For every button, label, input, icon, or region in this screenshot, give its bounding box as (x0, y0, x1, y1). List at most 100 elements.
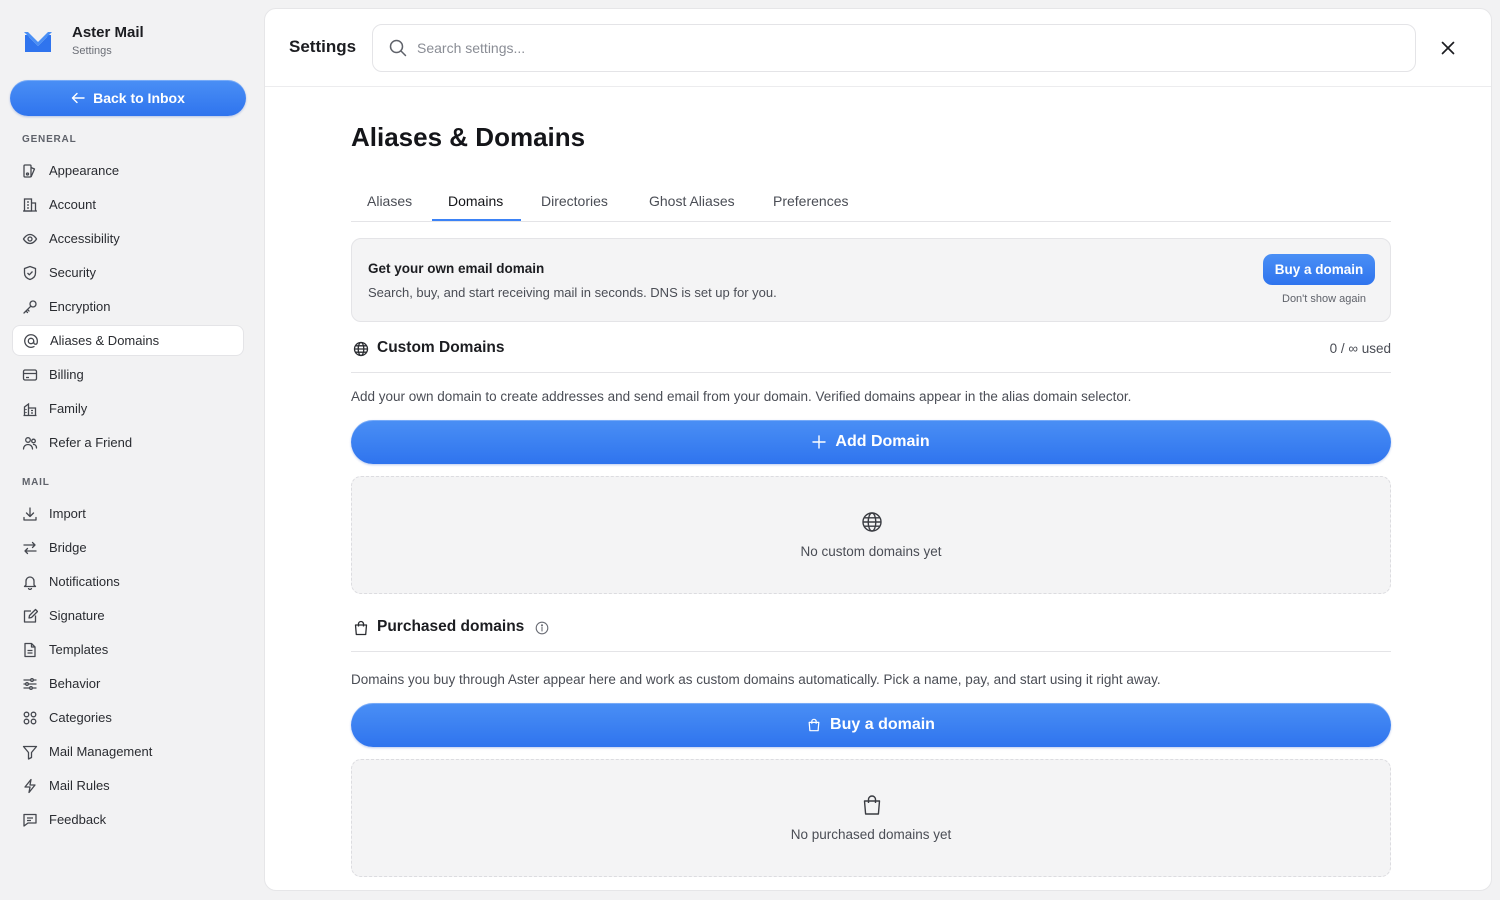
settings-header: Settings (265, 9, 1491, 87)
message-icon (22, 812, 38, 828)
sidebar-item-label: Accessibility (49, 231, 120, 246)
download-icon (22, 506, 38, 522)
sidebar-item-label: Encryption (49, 299, 111, 314)
mail-section-label: MAIL (22, 477, 50, 488)
grid-icon (22, 710, 38, 726)
close-button[interactable] (1437, 37, 1459, 59)
sidebar: Aster Mail Settings Back to Inbox GENERA… (0, 0, 264, 900)
tab-preferences[interactable]: Preferences (773, 193, 848, 209)
tab-bar: Aliases Domains Directories Ghost Aliase… (351, 185, 1391, 222)
custom-domains-description: Add your own domain to create addresses … (351, 389, 1132, 404)
file-icon (22, 642, 38, 658)
users-icon (22, 435, 38, 451)
add-domain-label: Add Domain (835, 433, 930, 450)
sidebar-item-label: Feedback (49, 812, 107, 827)
search-field[interactable] (372, 24, 1416, 72)
sidebar-item-mail-management[interactable]: Mail Management (12, 736, 244, 767)
sidebar-item-label: Signature (49, 608, 105, 623)
back-to-inbox-label: Back to Inbox (93, 90, 185, 106)
purchased-domains-empty-state: No purchased domains yet (351, 759, 1391, 877)
purchased-domains-empty-text: No purchased domains yet (790, 827, 952, 842)
sidebar-item-label: Categories (49, 710, 112, 725)
buy-domain-button[interactable]: Buy a domain (351, 703, 1391, 747)
sidebar-item-label: Account (49, 197, 96, 212)
sidebar-item-label: Mail Management (49, 744, 153, 759)
search-icon (389, 39, 407, 57)
custom-domains-empty-text: No custom domains yet (800, 544, 942, 559)
sidebar-item-mail-rules[interactable]: Mail Rules (12, 770, 244, 801)
sidebar-item-encryption[interactable]: Encryption (12, 291, 244, 322)
buy-domain-label: Buy a domain (830, 716, 935, 733)
add-domain-button[interactable]: Add Domain (351, 420, 1391, 464)
sidebar-item-categories[interactable]: Categories (12, 702, 244, 733)
info-icon[interactable] (535, 621, 549, 635)
custom-domains-header: Custom Domains 0 / ∞ used (351, 339, 1391, 373)
shopping-bag-icon (353, 620, 369, 636)
sidebar-item-feedback[interactable]: Feedback (12, 804, 244, 835)
dont-show-again-link[interactable]: Don't show again (1282, 293, 1366, 305)
close-icon (1441, 41, 1455, 55)
sidebar-item-accessibility[interactable]: Accessibility (12, 223, 244, 254)
custom-domains-title: Custom Domains (377, 339, 505, 356)
appearance-icon (22, 163, 38, 179)
shield-icon (22, 265, 38, 281)
sidebar-item-templates[interactable]: Templates (12, 634, 244, 665)
pen-icon (22, 608, 38, 624)
tab-aliases[interactable]: Aliases (367, 193, 412, 209)
at-icon (23, 333, 39, 349)
sidebar-item-behavior[interactable]: Behavior (12, 668, 244, 699)
arrows-icon (22, 540, 38, 556)
back-to-inbox-button[interactable]: Back to Inbox (10, 80, 246, 116)
sidebar-item-label: Family (49, 401, 88, 416)
tab-domains[interactable]: Domains (448, 193, 503, 209)
sidebar-item-label: Aliases & Domains (50, 333, 160, 348)
tab-directories[interactable]: Directories (541, 193, 608, 209)
purchased-domains-title: Purchased domains (377, 618, 525, 635)
bell-icon (22, 574, 38, 590)
aster-logo-icon (22, 26, 54, 58)
sidebar-item-label: Import (49, 506, 86, 521)
sidebar-item-family[interactable]: Family (12, 393, 244, 424)
app-subtitle: Settings (72, 45, 112, 57)
sidebar-item-label: Billing (49, 367, 84, 382)
shopping-bag-icon (861, 794, 883, 816)
page-title: Aliases & Domains (351, 122, 586, 152)
sidebar-item-label: Security (49, 265, 96, 280)
sidebar-item-label: Appearance (49, 163, 120, 178)
header-title: Settings (289, 37, 357, 56)
search-input[interactable] (417, 40, 1377, 56)
sidebar-item-security[interactable]: Security (12, 257, 244, 288)
sidebar-item-aliases-domains[interactable]: Aliases & Domains (12, 325, 244, 356)
domain-promo-banner: Get your own email domain Search, buy, a… (351, 238, 1391, 322)
promo-buy-domain-button[interactable]: Buy a domain (1263, 254, 1375, 285)
bolt-icon (22, 778, 38, 794)
sidebar-item-signature[interactable]: Signature (12, 600, 244, 631)
sidebar-item-refer-a-friend[interactable]: Refer a Friend (12, 427, 244, 458)
sidebar-item-import[interactable]: Import (12, 498, 244, 529)
settings-panel: Settings Aliases & Domains Aliases Domai… (264, 8, 1492, 891)
tab-ghost-aliases[interactable]: Ghost Aliases (649, 193, 735, 209)
promo-title: Get your own email domain (368, 261, 545, 276)
custom-domains-empty-state: No custom domains yet (351, 476, 1391, 594)
brand: Aster Mail Settings (22, 24, 144, 58)
sidebar-item-notifications[interactable]: Notifications (12, 566, 244, 597)
sidebar-item-billing[interactable]: Billing (12, 359, 244, 390)
sidebar-item-label: Notifications (49, 574, 120, 589)
promo-description: Search, buy, and start receiving mail in… (368, 285, 777, 300)
custom-domains-usage: 0 / ∞ used (1329, 341, 1391, 356)
general-section-label: GENERAL (22, 134, 77, 145)
active-tab-indicator (432, 219, 521, 221)
sidebar-item-label: Refer a Friend (49, 435, 133, 450)
filter-icon (22, 744, 38, 760)
sidebar-item-appearance[interactable]: Appearance (12, 155, 244, 186)
sidebar-item-label: Templates (49, 642, 109, 657)
building-icon (22, 197, 38, 213)
globe-icon (861, 511, 883, 533)
family-icon (22, 401, 38, 417)
purchased-domains-header: Purchased domains (351, 618, 1391, 652)
sliders-icon (22, 676, 38, 692)
sidebar-item-bridge[interactable]: Bridge (12, 532, 244, 563)
globe-icon (353, 341, 369, 357)
key-icon (22, 299, 38, 315)
sidebar-item-account[interactable]: Account (12, 189, 244, 220)
